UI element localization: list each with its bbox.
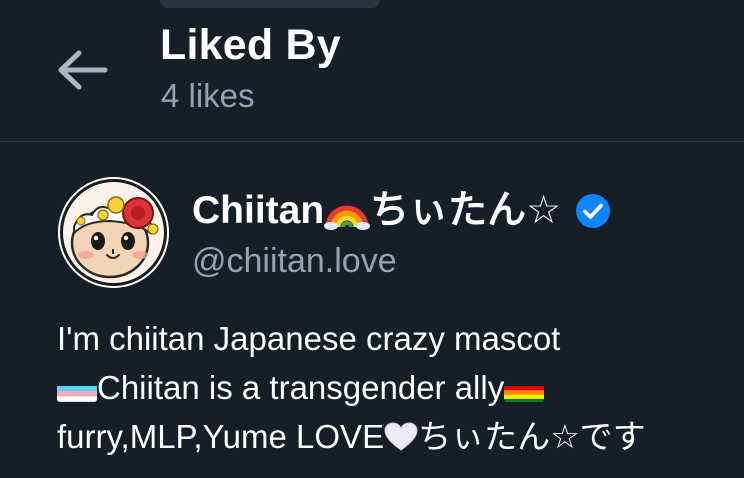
display-name-part: Chiitan [192,189,325,232]
arrow-left-icon [58,50,108,90]
rainbow-emoji [324,191,371,231]
display-name-japanese: ちぃたん☆ [370,189,562,232]
avatar[interactable] [58,177,169,288]
likes-count: 4 likes [161,77,255,114]
page-title: Liked By [160,21,341,69]
rainbow-flag-emoji [504,376,545,402]
liker-list-item[interactable]: Chiitan ちぃたん☆ @chiitan.love I'm chiitan … [0,142,744,478]
verified-check-icon [575,193,611,229]
chiitan-mascot-avatar [58,177,169,288]
top-drag-handle [160,0,380,8]
bio-line-3: furry,MLP,Yume LOVE ちぃたん☆です [57,412,744,461]
bio-line-1: I'm chiitan Japanese crazy mascot [57,320,561,357]
bio-line-3-tail: ちぃたん☆です [418,418,646,455]
bio-line-3-text: furry,MLP,Yume LOVE [57,418,385,455]
user-handle: @chiitan.love [192,242,397,280]
bio-line-2-text: Chiitan is a transgender ally [97,369,505,406]
back-button[interactable] [50,40,116,100]
white-heart-emoji [384,416,418,451]
transgender-flag-emoji [57,376,97,402]
bio-line-2: Chiitan is a transgender ally [57,363,744,412]
user-bio: I'm chiitan Japanese crazy mascot Chiita… [57,314,744,461]
liked-by-screen: Liked By 4 likes Chiitan ちぃたん☆ @chiitan.… [0,0,744,478]
display-name-line: Chiitan ちぃたん☆ [192,188,611,234]
